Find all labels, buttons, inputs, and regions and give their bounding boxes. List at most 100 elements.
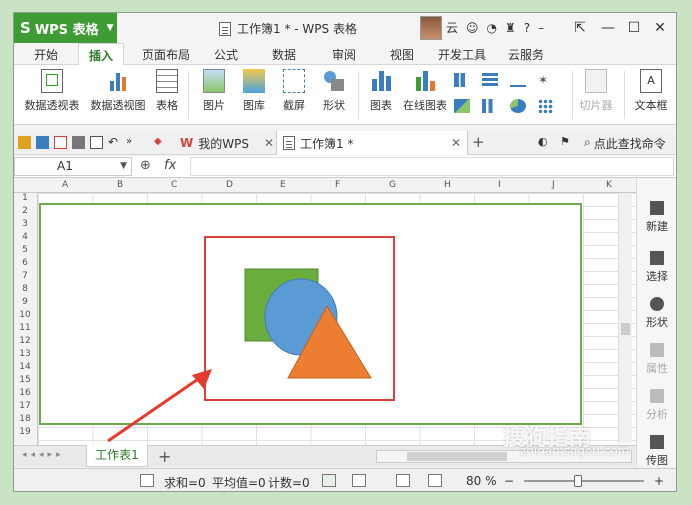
chevron-down-icon[interactable]: ▼: [120, 158, 127, 175]
row-header-cell[interactable]: 19: [14, 427, 36, 437]
row-header-cell[interactable]: 5: [14, 245, 36, 255]
column-header-cell[interactable]: F: [335, 180, 340, 190]
close-tab-icon[interactable]: ✕: [264, 136, 274, 150]
command-search[interactable]: ⌕ 点此查找命令: [584, 135, 666, 152]
zoom-in-icon[interactable]: +: [654, 474, 664, 488]
line-chart-icon[interactable]: [510, 73, 526, 87]
export-pdf-icon[interactable]: [54, 136, 67, 149]
area-chart-icon[interactable]: [454, 99, 470, 113]
picture-button[interactable]: 图片: [196, 69, 232, 113]
textbox-button[interactable]: A 文本框: [628, 69, 674, 113]
column-header-cell[interactable]: K: [606, 180, 612, 190]
user-name[interactable]: 云: [446, 19, 458, 36]
undo-icon[interactable]: ↶: [108, 136, 121, 149]
radar-chart-icon[interactable]: ✶: [538, 73, 554, 87]
column-header-cell[interactable]: J: [552, 180, 555, 190]
page-break-view-icon[interactable]: [352, 474, 366, 487]
zoom-magnifier-icon[interactable]: ⊕: [140, 158, 151, 173]
sheet-nav-arrows-icon[interactable]: ◂◂◂▸▸: [22, 450, 65, 460]
row-header-cell[interactable]: 13: [14, 349, 36, 359]
scatter-chart-icon[interactable]: [538, 99, 554, 113]
add-sheet-button[interactable]: +: [158, 447, 171, 466]
smile-icon[interactable]: ☺: [466, 21, 479, 35]
tab-data[interactable]: 数据: [272, 46, 296, 63]
minimize-button[interactable]: —: [594, 13, 622, 43]
panel-properties-button[interactable]: 属性: [637, 343, 676, 376]
row-header-cell[interactable]: 6: [14, 258, 36, 268]
row-header-cell[interactable]: 11: [14, 323, 36, 333]
panel-new-button[interactable]: 新建: [637, 201, 676, 234]
bar-chart-icon[interactable]: [482, 73, 498, 87]
formula-input[interactable]: [190, 157, 674, 176]
zoom-slider-thumb[interactable]: [574, 475, 582, 487]
maximize-button[interactable]: ☐: [620, 13, 648, 43]
normal-view-icon[interactable]: [322, 474, 336, 487]
close-tab-icon[interactable]: ✕: [451, 136, 461, 150]
panel-analysis-button[interactable]: 分析: [637, 389, 676, 422]
new-tab-plus-icon[interactable]: +: [472, 133, 485, 151]
doc-tab-my-wps[interactable]: W 我的WPS ✕: [174, 131, 280, 155]
column-header-cell[interactable]: G: [389, 180, 396, 190]
pivot-table-button[interactable]: 数据透视表: [22, 69, 82, 113]
row-header-cell[interactable]: 3: [14, 219, 36, 229]
pie-chart-icon[interactable]: [510, 99, 526, 113]
tab-insert[interactable]: 插入: [78, 43, 125, 66]
skin-icon[interactable]: ◔: [487, 21, 497, 35]
sheet-tab[interactable]: 工作表1: [86, 445, 148, 467]
avatar[interactable]: [420, 16, 442, 40]
row-header-cell[interactable]: 16: [14, 388, 36, 398]
scroll-thumb[interactable]: [621, 323, 630, 335]
column-header-cell[interactable]: C: [171, 180, 177, 190]
table-button[interactable]: 表格: [152, 69, 182, 113]
zoom-slider[interactable]: [524, 475, 644, 487]
restore-icon[interactable]: ⇱: [566, 13, 594, 43]
row-header-cell[interactable]: 12: [14, 336, 36, 346]
tab-formulas[interactable]: 公式: [214, 46, 238, 63]
pivot-chart-button[interactable]: 数据透视图: [88, 69, 148, 113]
row-header-cell[interactable]: 15: [14, 375, 36, 385]
scroll-thumb[interactable]: [407, 452, 507, 461]
zoom-out-icon[interactable]: −: [504, 474, 514, 488]
row-header-cell[interactable]: 2: [14, 206, 36, 216]
stock-chart-icon[interactable]: [482, 99, 498, 113]
row-header-cell[interactable]: 1: [14, 193, 36, 203]
column-header-cell[interactable]: A: [62, 180, 68, 190]
row-header-cell[interactable]: 10: [14, 310, 36, 320]
tab-review[interactable]: 审阅: [332, 46, 356, 63]
panel-select-button[interactable]: 选择: [637, 251, 676, 284]
row-header-cell[interactable]: 8: [14, 284, 36, 294]
flag-icon[interactable]: ⚑: [560, 136, 573, 149]
shape-button[interactable]: 形状: [316, 69, 352, 113]
tab-view[interactable]: 视图: [390, 46, 414, 63]
row-header-cell[interactable]: 18: [14, 414, 36, 424]
row-header-cell[interactable]: 17: [14, 401, 36, 411]
function-icon[interactable]: fx: [164, 158, 176, 173]
zoom-level[interactable]: 80 %: [466, 474, 497, 488]
macro-icon[interactable]: [140, 474, 154, 487]
column-header-cell[interactable]: B: [117, 180, 123, 190]
panel-upload-image-button[interactable]: 传图: [637, 435, 676, 468]
close-button[interactable]: ✕: [646, 13, 674, 43]
more-icon[interactable]: »: [126, 136, 139, 149]
pin-icon[interactable]: ◆: [154, 136, 167, 149]
cloud-sync-icon[interactable]: ◐: [538, 136, 551, 149]
column-chart-icon[interactable]: [454, 73, 470, 87]
column-header-cell[interactable]: H: [444, 180, 451, 190]
row-header-cell[interactable]: 4: [14, 232, 36, 242]
app-menu-button[interactable]: S WPS 表格 ▼: [14, 13, 117, 43]
doc-tab-workbook[interactable]: 工作簿1 * ✕: [276, 131, 468, 155]
save-icon[interactable]: [36, 136, 49, 149]
column-header-cell[interactable]: D: [226, 180, 233, 190]
open-folder-icon[interactable]: [18, 136, 31, 149]
tab-developer[interactable]: 开发工具: [438, 46, 486, 63]
help-icon[interactable]: ?: [524, 21, 530, 35]
screenshot-button[interactable]: 截屏: [276, 69, 312, 113]
print-preview-icon[interactable]: [90, 136, 103, 149]
eye-protection-icon[interactable]: [428, 474, 442, 487]
gallery-button[interactable]: 图库: [236, 69, 272, 113]
row-header-cell[interactable]: 14: [14, 362, 36, 372]
spreadsheet-grid[interactable]: A B C D E F G H I J K 1 2 3 4 5 6 7 8 9 …: [14, 179, 636, 445]
tab-page-layout[interactable]: 页面布局: [142, 46, 190, 63]
row-header-cell[interactable]: 7: [14, 271, 36, 281]
vertical-scrollbar[interactable]: [618, 193, 632, 443]
